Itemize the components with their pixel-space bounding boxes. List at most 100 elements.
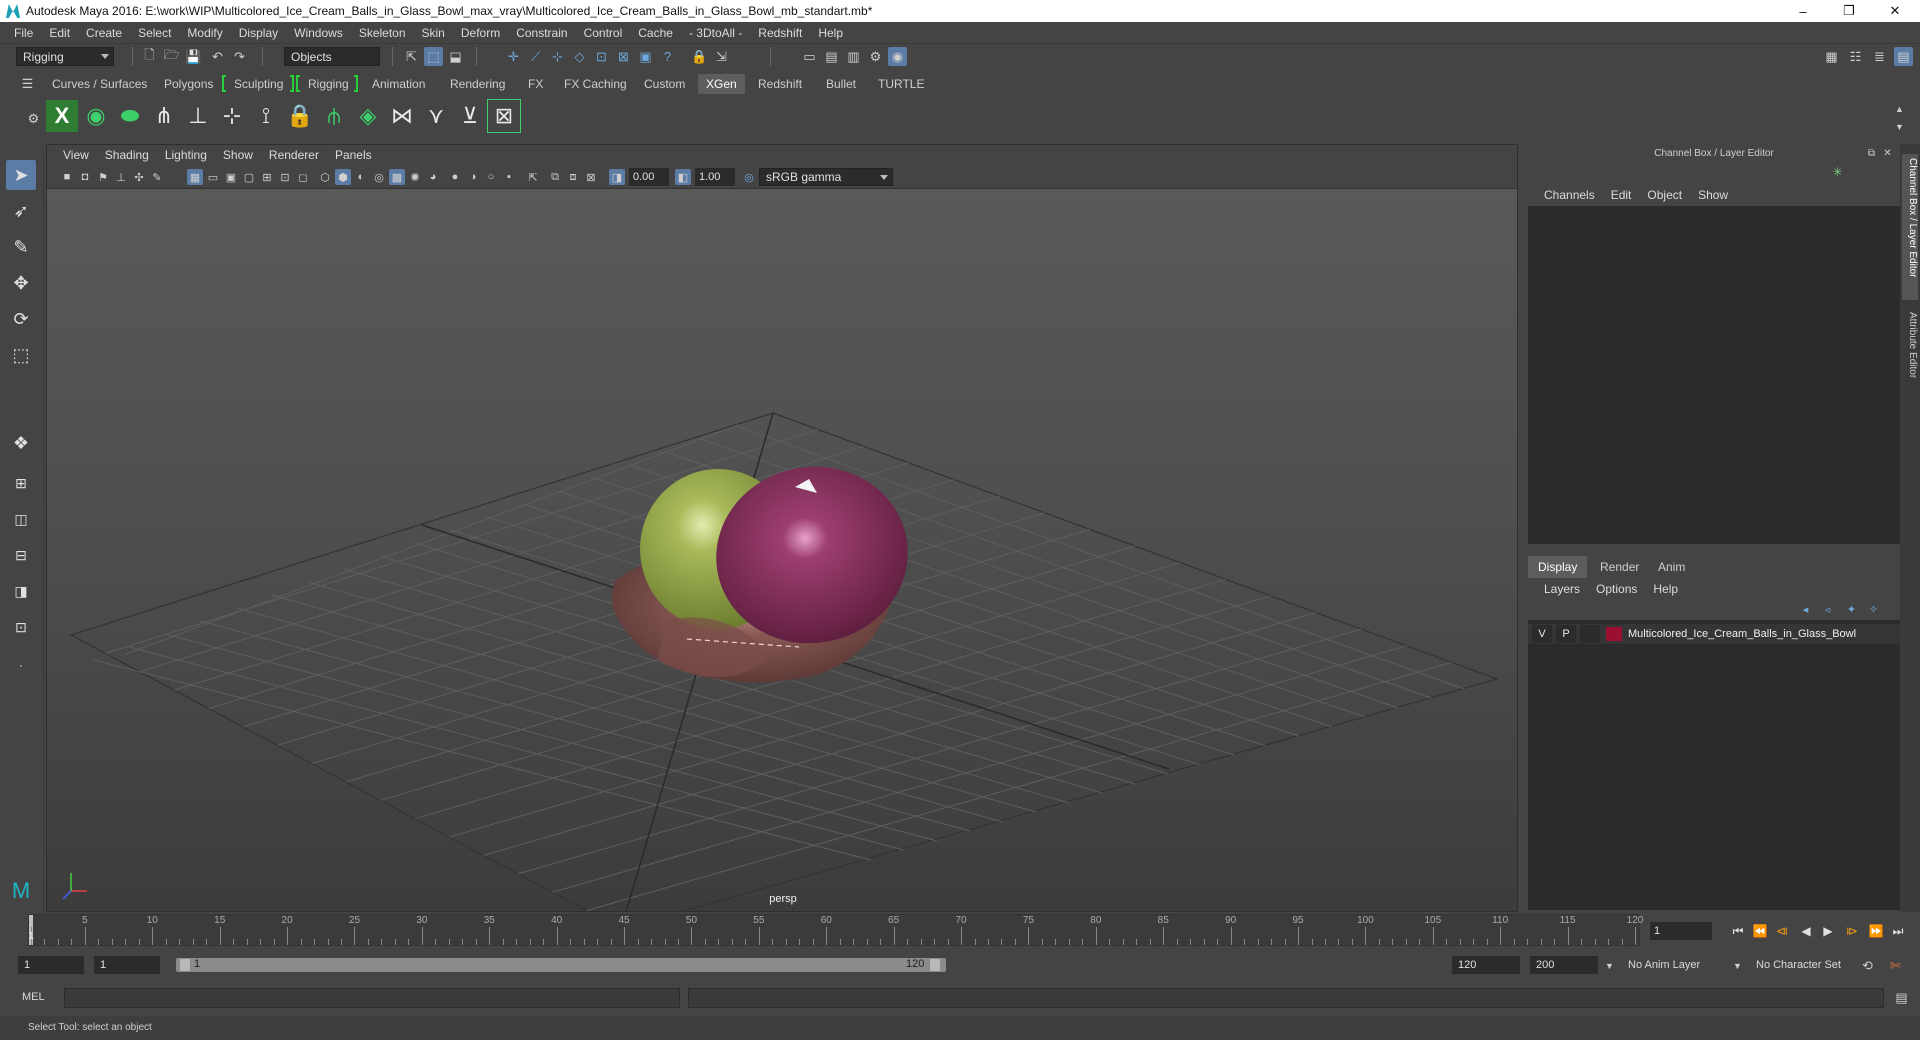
input-output-icon[interactable]: ⇲ bbox=[712, 47, 731, 66]
menu-help[interactable]: Help bbox=[810, 26, 851, 40]
tab-curves-surfaces[interactable]: Curves / Surfaces bbox=[44, 74, 155, 94]
construction-icon[interactable]: ? bbox=[658, 47, 677, 66]
menu-modify[interactable]: Modify bbox=[179, 26, 230, 40]
textured-icon[interactable]: ▩ bbox=[389, 169, 405, 185]
scale-tool-icon[interactable]: ⬚ bbox=[6, 340, 36, 370]
shelf-menu-icon[interactable]: ☰ bbox=[18, 74, 37, 93]
restore-button[interactable]: ❐ bbox=[1826, 0, 1872, 22]
snap-view-plane-icon[interactable]: ◇ bbox=[570, 47, 589, 66]
play-forwards-icon[interactable]: ▶ bbox=[1818, 922, 1838, 940]
render-view-icon[interactable]: ▭ bbox=[800, 47, 819, 66]
xray-joints-icon[interactable]: ⧈ bbox=[565, 169, 581, 185]
tab-rendering[interactable]: Rendering bbox=[442, 74, 513, 94]
cb-menu-channels[interactable]: Channels bbox=[1536, 188, 1603, 202]
tab-custom[interactable]: Custom bbox=[636, 74, 693, 94]
layer-visibility-toggle[interactable]: V bbox=[1532, 625, 1552, 643]
select-object-icon[interactable]: ⬚ bbox=[424, 47, 443, 66]
grid-icon[interactable]: ▦ bbox=[187, 169, 203, 185]
vp-menu-panels[interactable]: Panels bbox=[327, 148, 380, 162]
menu-redshift[interactable]: Redshift bbox=[750, 26, 810, 40]
persp-outliner-layout-icon[interactable]: ◨ bbox=[6, 576, 36, 606]
animation-end-field[interactable]: 200 bbox=[1530, 956, 1598, 974]
playback-end-field[interactable]: 120 bbox=[1452, 956, 1520, 974]
lock-icon[interactable]: 🔒 bbox=[690, 47, 709, 66]
lasso-tool-icon[interactable]: ➶ bbox=[6, 196, 36, 226]
menu-edit[interactable]: Edit bbox=[41, 26, 78, 40]
selection-mode-dropdown[interactable]: Objects bbox=[284, 47, 380, 66]
screen-space-ao-icon[interactable]: ● bbox=[447, 169, 463, 185]
snap-point-icon[interactable]: ⊹ bbox=[548, 47, 567, 66]
four-view-layout-icon[interactable]: ⊞ bbox=[6, 468, 36, 498]
tab-polygons[interactable]: Polygons bbox=[156, 74, 221, 94]
layer-menu-options[interactable]: Options bbox=[1588, 582, 1645, 596]
layer-menu-layers[interactable]: Layers bbox=[1536, 582, 1588, 596]
shadows-icon[interactable]: ◕ bbox=[425, 169, 441, 185]
menu-cache[interactable]: Cache bbox=[630, 26, 681, 40]
xgen-window-icon[interactable]: X bbox=[46, 100, 78, 132]
render-frame-icon[interactable]: ▤ bbox=[822, 47, 841, 66]
tab-rigging[interactable]: Rigging bbox=[300, 74, 357, 94]
render-settings-icon[interactable]: ⚙ bbox=[866, 47, 885, 66]
gamma-field[interactable]: 1.00 bbox=[695, 168, 735, 186]
layer-row[interactable]: V P Multicolored_Ice_Cream_Balls_in_Glas… bbox=[1528, 624, 1900, 644]
workspace-icon[interactable]: ▦ bbox=[1822, 47, 1841, 66]
side-tab-channel-box[interactable]: Channel Box / Layer Editor bbox=[1902, 154, 1918, 300]
xgen-create-description-icon[interactable]: ⬬ bbox=[114, 100, 146, 132]
xray-icon[interactable]: ⧉ bbox=[547, 169, 563, 185]
xgen-guide-tool-icon[interactable]: ⊹ bbox=[216, 100, 248, 132]
step-forward-frame-icon[interactable]: ⧐ bbox=[1842, 922, 1862, 940]
ipr-render-icon[interactable]: ▥ bbox=[844, 47, 863, 66]
motion-blur-icon[interactable]: ◑ bbox=[465, 169, 481, 185]
move-layer-down-icon[interactable]: ◃ bbox=[1818, 600, 1837, 619]
play-backwards-icon[interactable]: ◀ bbox=[1796, 922, 1816, 940]
tab-display[interactable]: Display bbox=[1528, 556, 1588, 578]
menu-windows[interactable]: Windows bbox=[286, 26, 351, 40]
xgen-curves-icon[interactable]: ⋎ bbox=[420, 100, 452, 132]
xgen-add-guide-icon[interactable]: ⊥ bbox=[182, 100, 214, 132]
3d-scene[interactable]: persp bbox=[47, 189, 1517, 911]
cb-menu-show[interactable]: Show bbox=[1690, 188, 1736, 202]
close-panel-icon[interactable]: ✕ bbox=[1878, 144, 1897, 163]
depth-of-field-icon[interactable]: ▪ bbox=[501, 169, 517, 185]
range-slider[interactable]: 1 120 bbox=[176, 958, 946, 972]
exposure-icon[interactable]: ◨ bbox=[609, 169, 625, 185]
tab-turtle[interactable]: TURTLE bbox=[870, 74, 932, 94]
outliner-persp-layout-icon[interactable]: ⊡ bbox=[6, 612, 36, 642]
2d-pan-icon[interactable]: ✣ bbox=[131, 169, 147, 185]
menu-display[interactable]: Display bbox=[231, 26, 286, 40]
field-chart-icon[interactable]: ⊞ bbox=[259, 169, 275, 185]
auto-key-icon[interactable]: ⟲ bbox=[1858, 956, 1877, 975]
script-editor-icon[interactable]: ▤ bbox=[1892, 988, 1911, 1007]
current-frame-field[interactable]: 1 bbox=[1650, 922, 1712, 940]
cb-menu-edit[interactable]: Edit bbox=[1603, 188, 1640, 202]
gate-mask-icon[interactable]: ▢ bbox=[241, 169, 257, 185]
menu-skin[interactable]: Skin bbox=[414, 26, 453, 40]
menu-control[interactable]: Control bbox=[576, 26, 631, 40]
image-plane-icon[interactable]: ⊥ bbox=[113, 169, 129, 185]
cb-menu-object[interactable]: Object bbox=[1639, 188, 1690, 202]
safe-title-icon[interactable]: ◻ bbox=[295, 169, 311, 185]
tab-animation[interactable]: Animation bbox=[364, 74, 433, 94]
menu-create[interactable]: Create bbox=[78, 26, 130, 40]
history-icon[interactable]: ▣ bbox=[636, 47, 655, 66]
chevron-down-icon[interactable]: ▼ bbox=[1728, 956, 1747, 975]
tab-fx-caching[interactable]: FX Caching bbox=[556, 74, 635, 94]
select-hierarchy-icon[interactable]: ⇱ bbox=[402, 47, 421, 66]
menu-skeleton[interactable]: Skeleton bbox=[351, 26, 414, 40]
time-ruler[interactable]: 1 5 10 15 20 25 30 35 40 45 50 55 60 65 70 75 80 85 90 95 10… bbox=[28, 914, 1643, 946]
two-view-layout-icon[interactable]: ◫ bbox=[6, 504, 36, 534]
xgen-sculpt-guides-icon[interactable]: ⟟ bbox=[250, 100, 282, 132]
xgen-region-icon[interactable]: ⋈ bbox=[386, 100, 418, 132]
bookmark-icon[interactable]: ⚑ bbox=[95, 169, 111, 185]
command-language-label[interactable]: MEL bbox=[22, 991, 45, 1003]
rotate-tool-icon[interactable]: ⟳ bbox=[6, 304, 36, 334]
custom-layout-icon[interactable]: · bbox=[6, 650, 36, 680]
snap-curve-icon[interactable]: ⟋ bbox=[526, 47, 545, 66]
tab-fx[interactable]: FX bbox=[520, 74, 551, 94]
color-management-icon[interactable]: ◎ bbox=[741, 169, 757, 185]
outliner-icon[interactable]: ≣ bbox=[1870, 47, 1889, 66]
paint-select-tool-icon[interactable]: ✎ bbox=[6, 232, 36, 262]
layer-playback-toggle[interactable]: P bbox=[1556, 625, 1576, 643]
tab-sculpting[interactable]: Sculpting bbox=[226, 74, 291, 94]
tab-redshift[interactable]: Redshift bbox=[750, 74, 810, 94]
